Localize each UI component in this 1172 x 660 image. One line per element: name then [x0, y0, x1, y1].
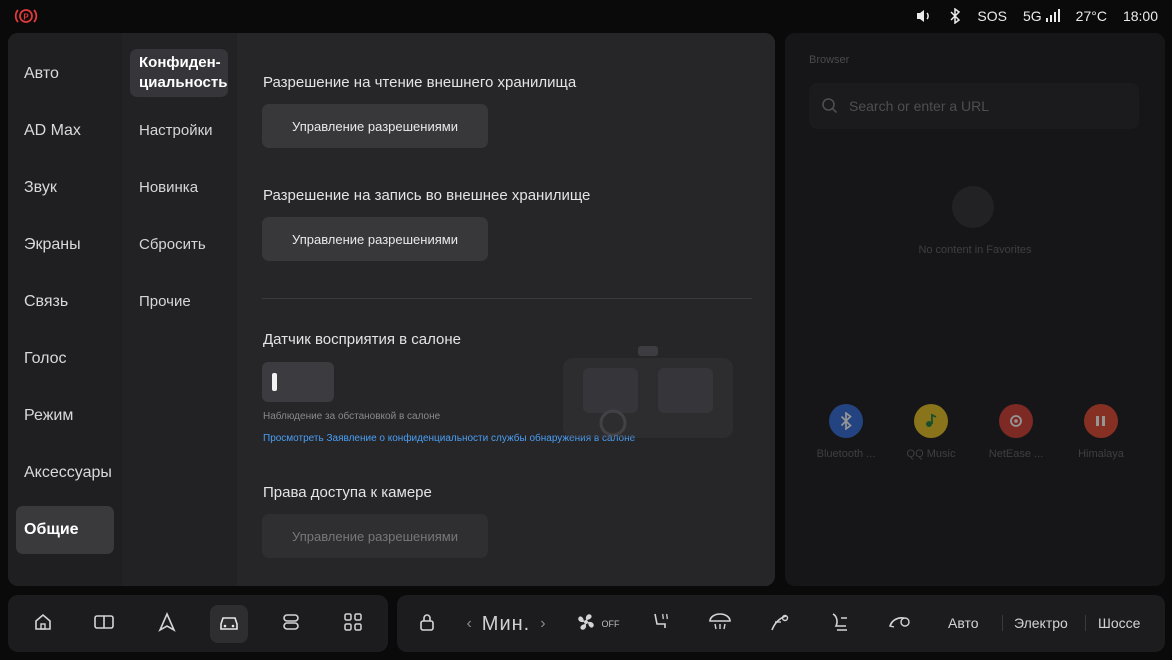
app-label: NetEase ... — [988, 448, 1044, 460]
bluetooth-icon[interactable] — [949, 8, 961, 24]
nav-item-voice[interactable]: Голос — [24, 350, 67, 368]
write-storage-title: Разрешение на запись во внешнее хранилищ… — [263, 187, 591, 204]
parking-brake-icon: P — [14, 7, 38, 25]
recirculation-icon — [886, 610, 914, 639]
nav-item-general[interactable]: Общие — [24, 521, 79, 539]
status-right: SOS 5G 27°C 18:00 — [915, 0, 1158, 32]
airflow-face-icon — [767, 610, 793, 639]
network-indicator: 5G — [1023, 8, 1060, 24]
airflow-face-button[interactable] — [765, 609, 795, 639]
write-storage-button[interactable]: Управление разрешениями — [262, 217, 488, 261]
apps-split-button[interactable] — [85, 605, 123, 643]
toggle-knob — [272, 373, 277, 391]
seat-heat-button[interactable] — [645, 609, 675, 639]
lock-icon — [418, 611, 436, 638]
cabin-camera-illustration — [563, 346, 733, 438]
read-storage-title: Разрешение на чтение внешнего хранилища — [263, 74, 577, 91]
cabin-sensor-title: Датчик восприятия в салоне — [263, 331, 461, 348]
sos-label[interactable]: SOS — [977, 8, 1007, 24]
app-label: Himalaya — [1078, 448, 1124, 460]
front-defrost-button[interactable] — [705, 609, 735, 639]
chevron-right-icon[interactable]: › — [540, 615, 545, 633]
defrost-icon — [707, 611, 733, 638]
settings-panel: Авто AD Max Звук Экраны Связь Голос Режи… — [8, 33, 775, 586]
subnav-item-new[interactable]: Новинка — [139, 179, 198, 196]
app-netease[interactable]: NetEase ... — [979, 404, 1053, 460]
netease-app-icon — [999, 404, 1033, 438]
car-icon — [217, 611, 241, 638]
svg-text:P: P — [23, 13, 29, 22]
lock-button[interactable] — [415, 609, 439, 639]
drive-mode-auto[interactable]: Авто — [948, 615, 979, 631]
url-placeholder: Search or enter a URL — [849, 98, 990, 114]
url-search-box[interactable]: Search or enter a URL — [809, 83, 1139, 129]
nav-item-ad-max[interactable]: AD Max — [24, 122, 81, 140]
airflow-feet-button[interactable] — [825, 609, 855, 639]
browser-panel: Browser Search or enter a URL No content… — [785, 33, 1165, 586]
subnav-item-settings[interactable]: Настройки — [139, 122, 213, 139]
fan-speed-label: Мин. — [481, 612, 531, 635]
home-icon — [32, 611, 54, 638]
app-label: QQ Music — [906, 448, 956, 460]
temperature-label: 27°C — [1075, 8, 1107, 24]
fan-icon — [573, 610, 599, 639]
recirculation-button[interactable] — [885, 609, 915, 639]
section-divider — [262, 298, 752, 299]
cabin-sensor-toggle[interactable] — [262, 362, 334, 402]
dock-navigation — [8, 595, 388, 652]
nav-item-accessories[interactable]: Аксессуары — [24, 464, 112, 482]
favorites-empty-text: No content in Favorites — [918, 244, 1032, 256]
nav-item-mode[interactable]: Режим — [24, 407, 73, 425]
camera-access-button[interactable]: Управление разрешениями — [262, 514, 488, 558]
drive-mode-highway[interactable]: Шоссе — [1098, 615, 1140, 631]
read-storage-button[interactable]: Управление разрешениями — [262, 104, 488, 148]
subnav-item-other[interactable]: Прочие — [139, 293, 191, 310]
app-bluetooth[interactable]: Bluetooth ... — [809, 404, 883, 460]
nav-item-sound[interactable]: Звук — [24, 179, 57, 197]
navigation-arrow-icon — [156, 611, 178, 638]
fan-speed-control[interactable]: ‹ Мин. › — [461, 609, 551, 639]
subnav-item-reset[interactable]: Сбросить — [139, 236, 206, 253]
mode-separator — [1002, 615, 1003, 631]
mode-separator — [1085, 615, 1086, 631]
search-icon — [821, 97, 839, 115]
grid-icon — [342, 611, 364, 638]
nav-item-auto[interactable]: Авто — [24, 65, 59, 83]
navigation-button[interactable] — [148, 605, 186, 643]
clock: 18:00 — [1122, 8, 1158, 24]
drive-mode-electric[interactable]: Электро — [1014, 615, 1068, 631]
cabin-sensor-hint: Наблюдение за обстановкой в салоне — [263, 411, 441, 422]
app-label: Bluetooth ... — [816, 448, 876, 460]
app-qq-music[interactable]: QQ Music — [894, 404, 968, 460]
status-bar: P SOS 5G 27°C 18:00 — [0, 0, 1172, 32]
toggles-icon — [280, 611, 302, 638]
browser-title: Browser — [809, 54, 850, 66]
fan-state-label: OFF — [601, 619, 620, 629]
nav-item-screens[interactable]: Экраны — [24, 236, 81, 254]
dock-climate: ‹ Мин. › OFF Авто Электро Шоссе — [397, 595, 1165, 652]
camera-access-title: Права доступа к камере — [263, 484, 432, 501]
app-grid-button[interactable] — [334, 605, 372, 643]
controls-button[interactable] — [272, 605, 310, 643]
fan-button[interactable]: OFF — [571, 609, 621, 639]
network-label: 5G — [1022, 8, 1042, 24]
vehicle-settings-button[interactable] — [210, 605, 248, 643]
seat-heat-icon — [648, 610, 672, 639]
favorites-empty-icon — [952, 186, 994, 228]
subnav-item-privacy[interactable]: Конфиден-циальность — [139, 53, 231, 93]
bluetooth-app-icon — [829, 404, 863, 438]
nav-item-connection[interactable]: Связь — [24, 293, 68, 311]
home-button[interactable] — [24, 605, 62, 643]
chevron-left-icon[interactable]: ‹ — [466, 615, 471, 633]
himalaya-app-icon — [1084, 404, 1118, 438]
app-himalaya[interactable]: Himalaya — [1064, 404, 1138, 460]
volume-icon[interactable] — [915, 8, 933, 24]
music-app-icon — [914, 404, 948, 438]
airflow-feet-icon — [827, 610, 853, 639]
split-screen-icon — [92, 612, 116, 637]
